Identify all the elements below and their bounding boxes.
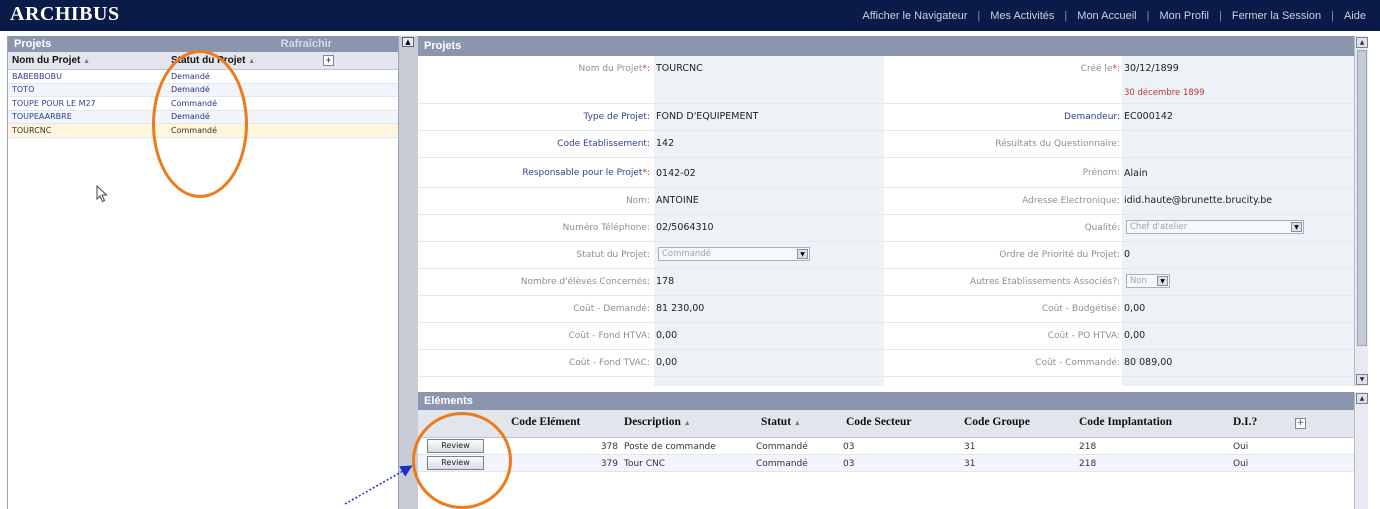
annotation-arrow	[344, 465, 413, 505]
